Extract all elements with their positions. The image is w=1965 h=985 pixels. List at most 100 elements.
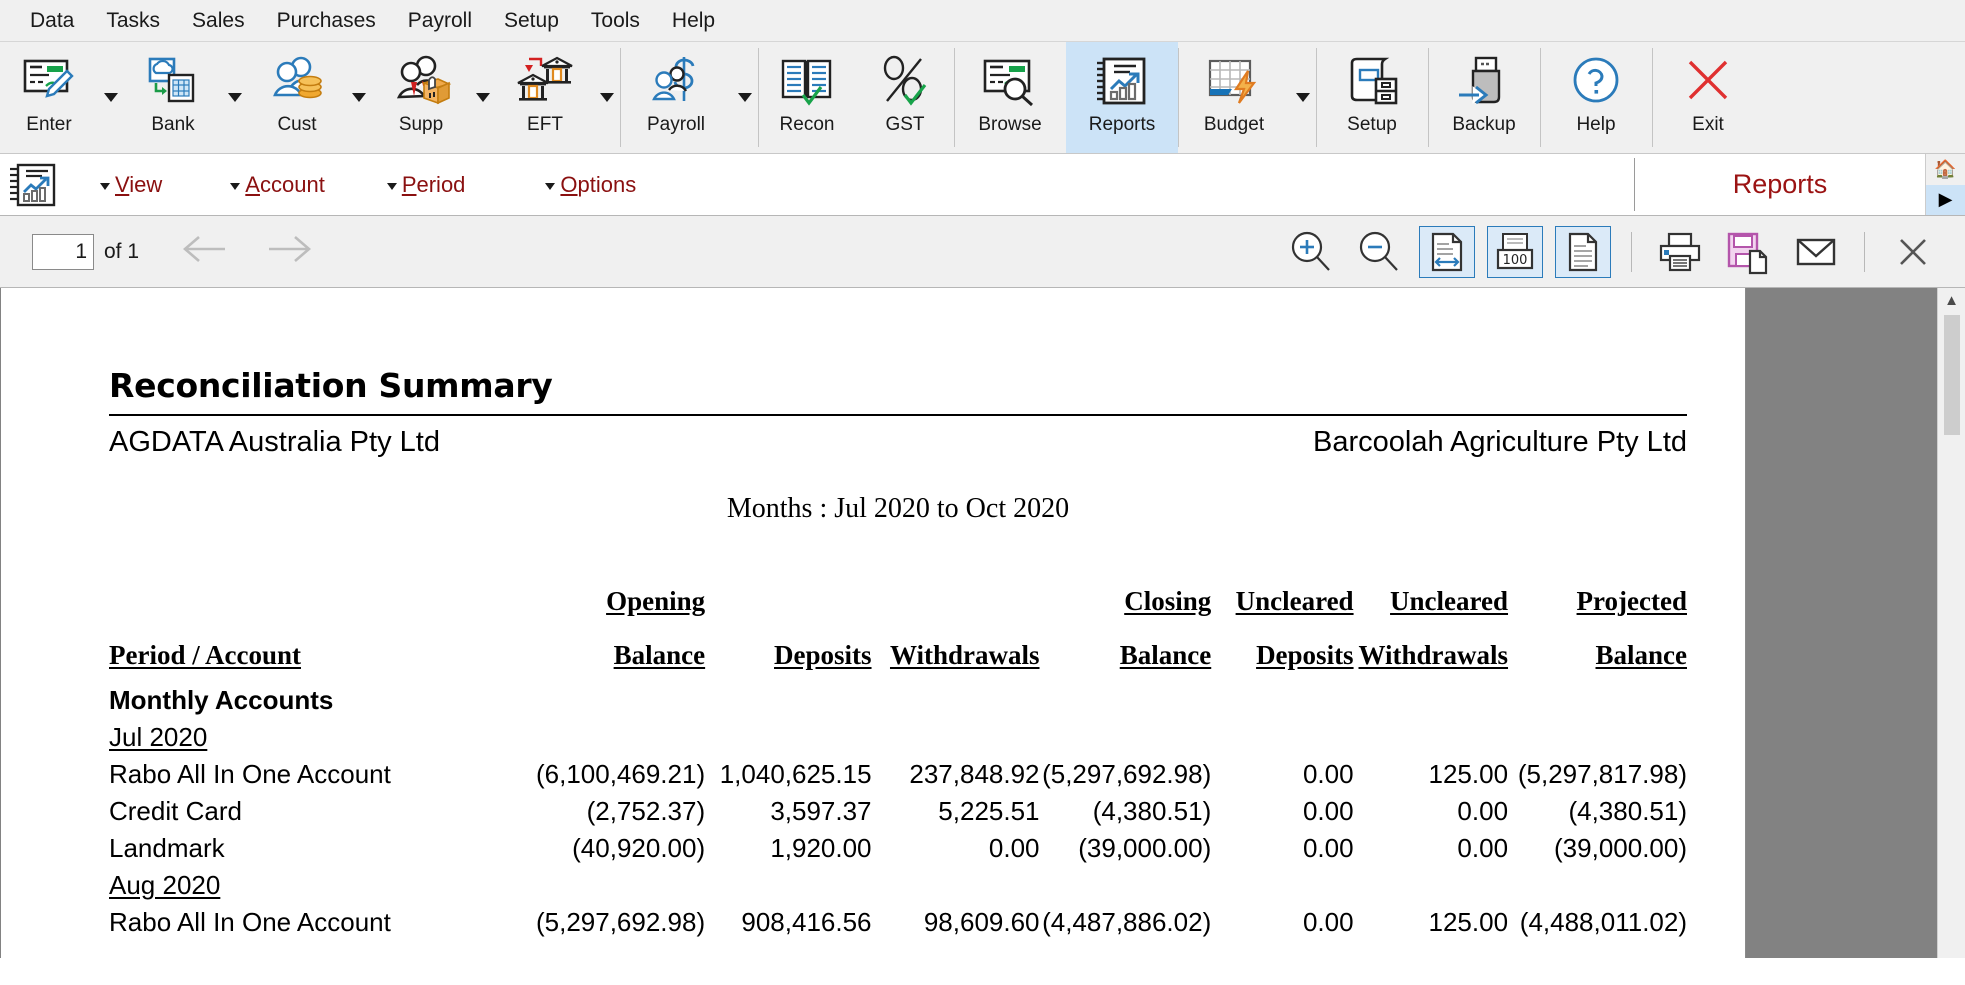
toolbar-caret-cust[interactable]: [346, 42, 372, 153]
menu-item-sales[interactable]: Sales: [176, 5, 261, 37]
report-page-area: Reconciliation Summary AGDATA Australia …: [0, 288, 1965, 958]
fit-page-icon[interactable]: [1555, 225, 1611, 278]
report-menu-view[interactable]: View: [100, 172, 162, 198]
toolbar-caret-enter[interactable]: [98, 42, 124, 153]
bank-transfer-icon: [515, 50, 575, 112]
toolbar-button-browse[interactable]: Browse: [954, 42, 1066, 153]
home-icon[interactable]: 🏠: [1926, 154, 1965, 185]
toolbar-button-bank[interactable]: Bank: [124, 42, 222, 153]
report-menu-period-label: eriod: [416, 171, 466, 197]
menu-item-data[interactable]: Data: [14, 5, 90, 37]
deposits: 3,597.37: [770, 796, 872, 826]
report-org-line: AGDATA Australia Pty Ltd Barcoolah Agric…: [109, 426, 1687, 459]
toolbar-button-exit[interactable]: Exit: [1652, 42, 1764, 153]
toolbar-button-help[interactable]: Help: [1540, 42, 1652, 153]
account-name: Rabo All In One Account: [109, 907, 391, 937]
report-scrollbar[interactable]: ▲: [1937, 288, 1965, 958]
report-menu-account[interactable]: Account: [230, 172, 325, 198]
uncleared-withdrawals: 125.00: [1428, 759, 1509, 789]
col-withdrawals: Withdrawals: [889, 640, 1040, 670]
toolbar-caret-supp[interactable]: [470, 42, 496, 153]
page-gutter: [1746, 288, 1936, 958]
toolbar-button-budget[interactable]: Budget: [1178, 42, 1290, 153]
report-menu-options[interactable]: Options: [545, 172, 636, 198]
period-label: Jul 2020: [109, 722, 208, 752]
uncleared-deposits: 0.00: [1302, 759, 1354, 789]
chevron-right-icon[interactable]: ▶: [1926, 184, 1965, 215]
report-menu-period-mnemonic: P: [401, 171, 417, 197]
toolbar-label-bank: Bank: [151, 114, 195, 135]
col-deposits: Deposits: [774, 640, 872, 670]
report-menu-period[interactable]: Period: [386, 171, 466, 198]
report-client: Barcoolah Agriculture Pty Ltd: [1313, 426, 1687, 458]
page-number-input[interactable]: 1: [32, 233, 94, 270]
withdrawals: 5,225.51: [938, 796, 1040, 826]
toolbar-group-recon-gst: Recon GST: [758, 42, 954, 153]
menu-item-payroll[interactable]: Payroll: [392, 5, 488, 37]
toolbar-button-eft[interactable]: EFT: [496, 42, 594, 153]
scrollbar-thumb[interactable]: [1943, 315, 1960, 435]
toolbar-caret-payroll[interactable]: [732, 42, 758, 153]
cloud-spreadsheet-icon: [143, 50, 203, 112]
opening-balance: (2,752.37): [586, 796, 706, 826]
toolbar-caret-eft[interactable]: [594, 42, 620, 153]
next-page-button[interactable]: [259, 229, 319, 274]
closing-balance: (4,487,886.02): [1042, 907, 1212, 937]
menu-item-help[interactable]: Help: [656, 5, 731, 37]
zoom-out-icon[interactable]: [1351, 226, 1407, 278]
toolbar-button-setup[interactable]: Setup: [1316, 42, 1428, 153]
uncleared-withdrawals: 0.00: [1457, 796, 1509, 826]
toolbar-group-backup: Backup: [1428, 42, 1540, 153]
menu-item-tasks[interactable]: Tasks: [90, 5, 176, 37]
fit-width-icon[interactable]: [1419, 225, 1475, 278]
save-icon[interactable]: [1720, 226, 1776, 278]
withdrawals: 98,609.60: [923, 907, 1040, 937]
toolbar-caret-budget[interactable]: [1290, 42, 1316, 153]
uncleared-deposits: 0.00: [1302, 796, 1354, 826]
col-period-account: Period / Account: [109, 640, 301, 670]
menu-item-setup[interactable]: Setup: [488, 5, 575, 37]
account-name: Credit Card: [109, 796, 242, 826]
close-icon[interactable]: [1885, 226, 1941, 278]
menu-item-tools[interactable]: Tools: [575, 5, 656, 37]
zoom-100-icon[interactable]: 100: [1487, 225, 1543, 278]
book-check-icon: [777, 50, 837, 112]
report-period-range: Months : Jul 2020 to Oct 2020: [726, 493, 1070, 524]
menu-item-purchases[interactable]: Purchases: [261, 5, 392, 37]
dollar-person-icon: [646, 50, 706, 112]
projected-balance: (39,000.00): [1554, 833, 1687, 863]
toolbar-label-recon: Recon: [779, 114, 835, 135]
toolbar-button-backup[interactable]: Backup: [1428, 42, 1540, 153]
book-cabinet-icon: [1342, 50, 1402, 112]
page-title: Reports: [1732, 169, 1828, 199]
toolbar-label-supp: Supp: [398, 114, 444, 135]
toolbar-label-exit: Exit: [1692, 114, 1724, 135]
table-row: Rabo All In One Account (5,297,692.98) 9…: [109, 904, 1687, 941]
opening-balance: (5,297,692.98): [535, 907, 706, 937]
toolbar-group-supp: Supp: [372, 42, 496, 153]
report-menu-view-label: iew: [129, 171, 163, 197]
menu-bar: Data Tasks Sales Purchases Payroll Setup…: [0, 0, 1965, 42]
toolbar-button-recon[interactable]: Recon: [758, 42, 856, 153]
toolbar-button-enter[interactable]: Enter: [0, 42, 98, 153]
toolbar-label-enter: Enter: [26, 114, 72, 135]
print-icon[interactable]: [1652, 226, 1708, 278]
toolbar-caret-bank[interactable]: [222, 42, 248, 153]
zoom-in-icon[interactable]: [1283, 226, 1339, 278]
col-closing-balance: Closing Balance: [1119, 586, 1212, 670]
scroll-up-icon[interactable]: ▲: [1944, 288, 1959, 309]
toolbar-button-supp[interactable]: Supp: [372, 42, 470, 153]
toolbar-button-payroll[interactable]: Payroll: [620, 42, 732, 153]
email-icon[interactable]: [1788, 226, 1844, 278]
toolbar-button-cust[interactable]: Cust: [248, 42, 346, 153]
toolbar-button-gst[interactable]: GST: [856, 42, 954, 153]
svg-text:100: 100: [1503, 253, 1528, 268]
toolbar-button-reports[interactable]: Reports: [1066, 42, 1178, 153]
prev-page-button[interactable]: [175, 229, 235, 274]
report-menu-bar: View Account Period Options Reports 🏠 ▶: [0, 154, 1965, 216]
report-menu-options-label: ptions: [577, 171, 637, 197]
opening-balance: (6,100,469.21): [535, 759, 706, 789]
chevron-down-icon: [100, 182, 110, 190]
report-viewer-toolbar: 1 of 1 100: [0, 216, 1965, 288]
uncleared-withdrawals: 125.00: [1428, 907, 1509, 937]
